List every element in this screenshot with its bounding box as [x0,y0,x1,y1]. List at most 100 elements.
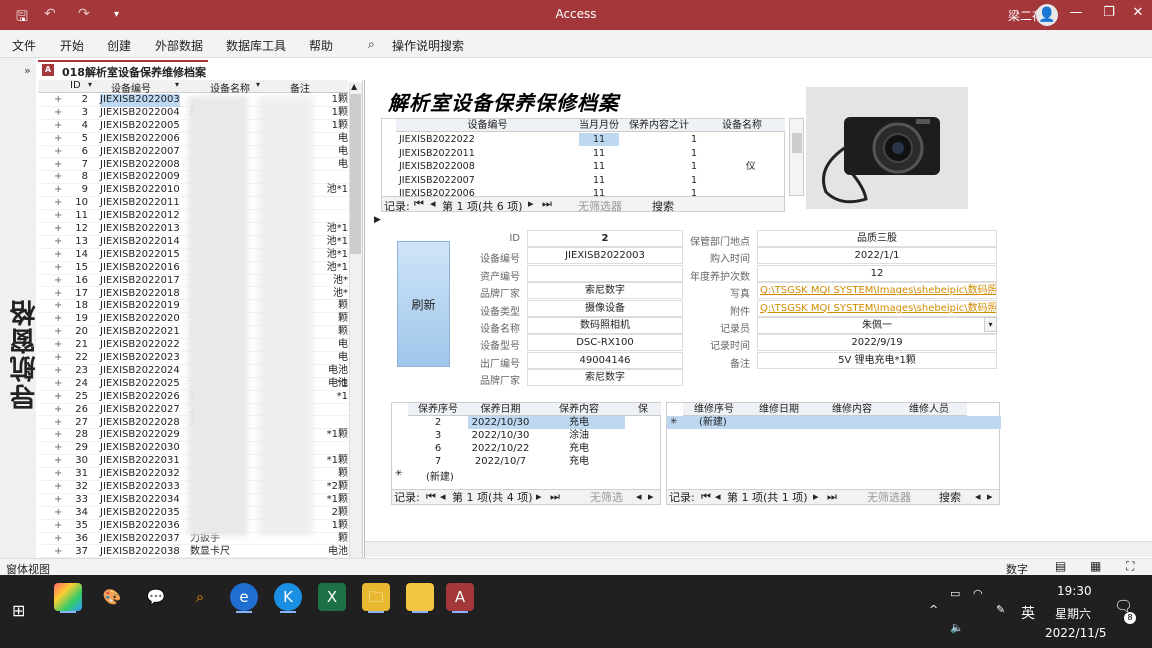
cell-code[interactable]: JIEXISB2022023 [100,352,180,365]
expand-icon[interactable]: + [54,378,62,391]
cell-id[interactable]: 2 [68,94,88,107]
cell-content[interactable]: 充电 [533,442,625,455]
cell-id[interactable]: 23 [68,365,88,378]
table-row[interactable]: JIEXISB2022022 11 1 [396,133,786,147]
cell-content[interactable]: 涂油 [533,429,625,442]
table-row[interactable]: JIEXISB2022007 11 1 [396,174,786,188]
cell-code[interactable]: JIEXISB2022019 [100,300,180,313]
cell-id[interactable]: 28 [68,429,88,442]
cell-id[interactable]: 19 [68,313,88,326]
customize-qat-icon[interactable]: ▾ [114,9,119,20]
cell-code[interactable]: JIEXISB2022031 [100,455,180,468]
search-icon[interactable]: ⌕ [368,37,375,52]
cell-id[interactable]: 8 [68,171,88,184]
col-header-repair-by[interactable]: 维修人员 [891,403,967,416]
field-value[interactable]: JIEXISB2022003 [527,247,683,265]
sort-icon[interactable]: ▾ [175,80,179,89]
col-header-maint-no[interactable]: 保养序号 [408,403,468,416]
cell-id[interactable]: 33 [68,494,88,507]
cell-note[interactable]: *1颗 [318,455,348,468]
cell-note[interactable]: 1颗 [318,120,348,133]
expand-icon[interactable]: + [54,146,62,159]
ime-indicator[interactable]: 英 [1021,603,1035,623]
filter-status[interactable]: 无筛选器 [867,491,911,505]
cell-code[interactable]: JIEXISB2022018 [100,288,180,301]
cell-count[interactable]: 1 [681,147,697,161]
field-value[interactable]: 2022/1/1 [757,247,997,265]
col-header-count[interactable]: 保养内容之计 [619,119,699,132]
scrollbar-thumb[interactable] [792,133,802,153]
tab-create[interactable]: 创建 [107,37,131,54]
notes-icon[interactable] [406,583,434,611]
navigation-pane[interactable]: » 导航窗格 [0,58,40,558]
col-header-code[interactable]: 设备编号 [111,80,151,95]
cell-code[interactable]: JIEXISB2022028 [100,417,180,430]
table-row[interactable]: JIEXISB2022008 11 1 仪 [396,160,786,174]
field-value[interactable]: 索尼数字 [527,282,683,300]
cell-month[interactable]: 11 [579,174,619,187]
cell-id[interactable]: 14 [68,249,88,262]
cell-code[interactable]: JIEXISB2022017 [100,275,180,288]
start-icon[interactable]: ⊞ [12,601,25,620]
new-row-label[interactable]: (新建) [699,416,727,429]
cell-id[interactable]: 27 [68,417,88,430]
form-view-icon[interactable]: ▤ [1055,559,1066,573]
last-record-button[interactable]: ⏭ [542,197,552,211]
cell-id[interactable]: 10 [68,197,88,210]
cell-code[interactable]: JIEXISB2022030 [100,442,180,455]
next-record-button[interactable]: ▸ [536,490,542,504]
scroll-left-icon[interactable]: ◂ [636,490,642,504]
cell-month[interactable]: 11 [579,133,619,146]
cell-note[interactable]: 池*1 [318,236,348,249]
cell-code[interactable]: JIEXISB2022012 [100,210,180,223]
cell-code[interactable]: JIEXISB2022036 [100,520,180,533]
prev-record-button[interactable]: ◂ [430,197,436,210]
cell-id[interactable]: 32 [68,481,88,494]
expand-icon[interactable]: + [54,365,62,378]
record-position[interactable]: 第 1 项(共 1 项) [727,491,808,505]
cell-code[interactable]: JIEXISB2022008 [399,160,475,174]
cell-no[interactable]: 6 [408,442,468,455]
cell-code[interactable]: JIEXISB2022008 [100,159,180,172]
expand-icon[interactable]: + [54,481,62,494]
expand-icon[interactable]: + [54,197,62,210]
search-app-icon[interactable]: ⌕ [186,583,214,611]
table-row[interactable]: 2 2022/10/30 充电 [408,416,658,429]
scrollbar-thumb[interactable] [350,94,361,254]
cell-code[interactable]: JIEXISB2022034 [100,494,180,507]
tab-file[interactable]: 文件 [12,37,36,54]
field-value[interactable]: 12 [757,264,997,282]
field-value[interactable]: 品质三股 [757,230,997,247]
tell-me-search[interactable]: 操作说明搜索 [392,37,464,54]
tab-home[interactable]: 开始 [60,37,84,54]
cell-content[interactable]: 充电 [533,416,625,429]
layout-view-icon[interactable]: ▦ [1090,559,1101,573]
cell-id[interactable]: 17 [68,288,88,301]
cell-id[interactable]: 16 [68,275,88,288]
col-header-code[interactable]: 设备编号 [396,119,579,132]
cell-name[interactable]: 数显卡尺 [190,546,230,559]
cell-date[interactable]: 2022/10/30 [468,416,533,429]
field-value[interactable] [527,264,683,282]
cell-code[interactable]: JIEXISB2022007 [399,174,475,188]
cell-note[interactable]: 电 [318,133,348,146]
volume-icon[interactable]: 🔈 [950,621,964,634]
cell-id[interactable]: 9 [68,184,88,197]
field-value[interactable]: 索尼数字 [527,369,683,387]
cell-note[interactable]: 电 [318,339,348,352]
col-header-maint-by[interactable]: 保 [625,403,661,416]
field-link[interactable]: Q:\TSGSK MQI SYSTEM\Images\shebeipic\数码照… [757,299,997,317]
cell-no[interactable]: 2 [408,416,468,429]
record-selector-icon[interactable]: ▶ [374,215,381,225]
horizontal-scrollbar[interactable] [365,541,1152,557]
field-value[interactable]: 摄像设备 [527,299,683,317]
cell-count[interactable]: 1 [681,160,697,174]
record-position[interactable]: 第 1 项(共 4 项) [452,491,533,505]
scroll-right-icon[interactable]: ▸ [648,490,654,504]
expand-icon[interactable]: + [54,429,62,442]
minimize-button[interactable]: — [1066,5,1086,20]
cell-date[interactable]: 2022/10/7 [468,455,533,468]
cell-count[interactable]: 1 [681,133,697,147]
cell-code[interactable]: JIEXISB2022024 [100,365,180,378]
cell-note[interactable]: 池*1 [318,262,348,275]
